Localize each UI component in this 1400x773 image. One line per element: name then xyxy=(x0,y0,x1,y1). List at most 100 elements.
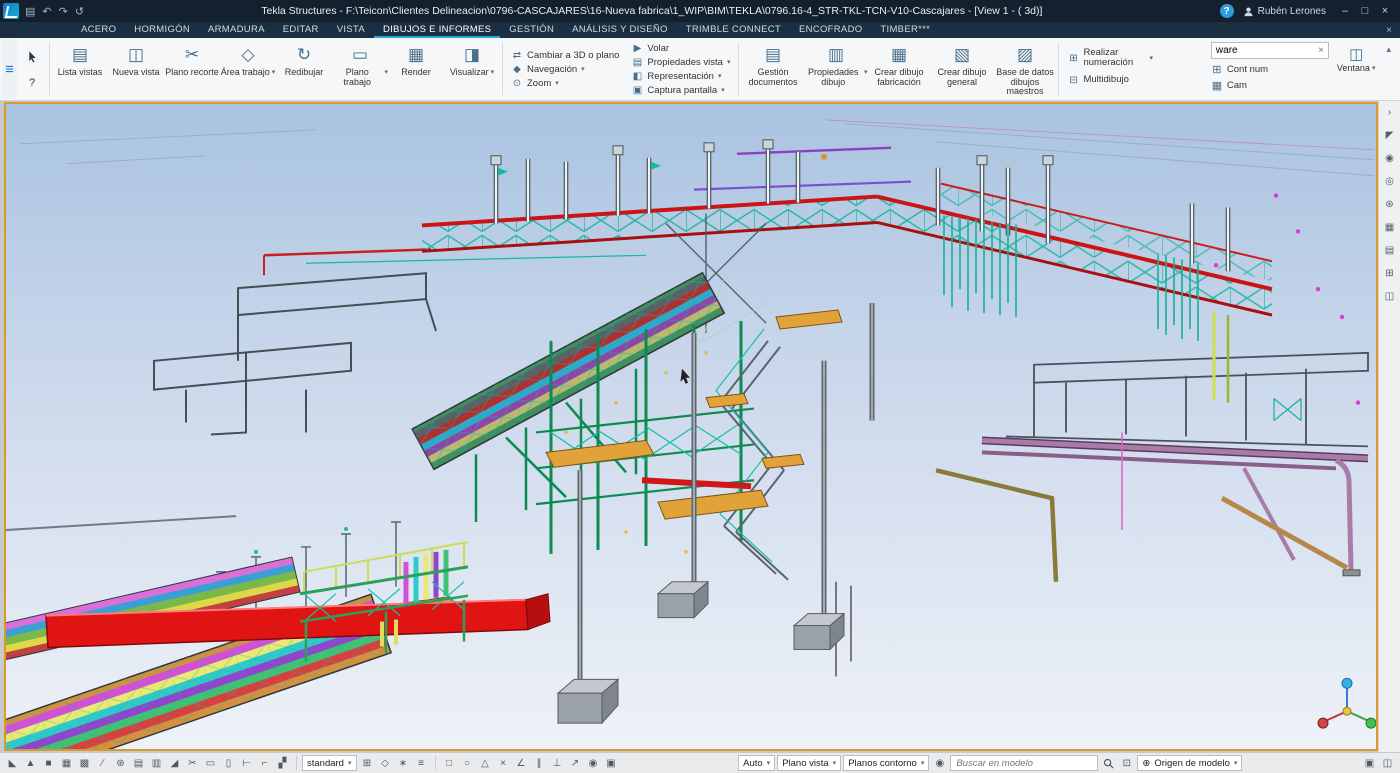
selection-switch-icon[interactable]: ◣ xyxy=(4,755,21,772)
ribbon-tab[interactable]: TIMBER*** xyxy=(871,22,939,38)
model-origin-select[interactable]: ⊕ Origen de modelo ▾ xyxy=(1137,755,1242,771)
ribbon-button[interactable]: ▨ Base de datos dibujos maestros xyxy=(993,39,1056,99)
collapse-panel-icon[interactable]: › xyxy=(1382,104,1398,120)
ribbon-tab[interactable]: GESTIÓN xyxy=(500,22,563,38)
ribbon-tab[interactable]: DIBUJOS E INFORMES xyxy=(374,22,500,38)
ribbon-button[interactable]: ▦ Crear dibujo fabricación xyxy=(867,39,930,99)
ribbon-menu-item[interactable]: ⊟ Multidibujo xyxy=(1061,69,1159,91)
minimize-icon[interactable]: – xyxy=(1335,5,1355,17)
ribbon-tab[interactable]: HORMIGÓN xyxy=(125,22,199,38)
ribbon-button[interactable]: ◫ Nueva vista xyxy=(108,39,164,99)
select-cursor-icon[interactable] xyxy=(26,50,39,64)
dropdown-caret-icon[interactable]: ▾ xyxy=(581,65,585,73)
collapse-ribbon-icon[interactable]: ▴ xyxy=(1383,42,1394,57)
ribbon-button[interactable]: ▭ Plano trabajo ▾ xyxy=(332,39,388,99)
selection-switch-icon[interactable]: ◢ xyxy=(166,755,183,772)
zoom-select-icon[interactable]: ⊡ xyxy=(1118,755,1135,772)
ribbon-tab[interactable]: EDITAR xyxy=(274,22,328,38)
ribbon-button[interactable]: ▥ Propiedades dibujo ▾ xyxy=(804,39,867,99)
snap-switch-icon[interactable]: ∗ xyxy=(395,755,412,772)
selection-switch-icon[interactable]: ⌐ xyxy=(256,755,273,772)
select-arrow-icon[interactable]: ◤ xyxy=(1382,127,1398,143)
main-menu-button[interactable]: ≡ xyxy=(2,39,17,99)
ribbon-menu-item[interactable]: ▤ Propiedades vista ▾ xyxy=(625,55,736,69)
dropdown-caret-icon[interactable]: ▾ xyxy=(1372,64,1376,72)
search-icon[interactable] xyxy=(1100,758,1116,769)
ribbon-close-icon[interactable]: × xyxy=(1378,22,1400,38)
ribbon-menu-item[interactable]: ▣ Captura pantalla ▾ xyxy=(625,83,736,97)
ribbon-button[interactable]: ◨ Visualizar ▾ xyxy=(444,39,500,99)
undo-icon[interactable]: ↶ xyxy=(42,5,51,18)
redo-icon[interactable]: ↷ xyxy=(59,5,68,18)
history-icon[interactable]: ↺ xyxy=(75,5,84,18)
ribbon-tab[interactable]: ACERO xyxy=(72,22,125,38)
3d-viewport[interactable] xyxy=(4,102,1378,751)
ribbon-menu-item[interactable]: ⇄ Cambiar a 3D o plano xyxy=(505,48,625,62)
snap-profile-select[interactable]: standard ▾ xyxy=(302,755,357,771)
snap-switch-icon[interactable]: ▣ xyxy=(603,755,620,772)
selection-switch-icon[interactable]: ▭ xyxy=(202,755,219,772)
selection-switch-icon[interactable]: ⊢ xyxy=(238,755,255,772)
ribbon-button[interactable]: ✂ Plano recorte xyxy=(164,39,220,99)
ribbon-menu-item[interactable]: ▶ Volar xyxy=(625,41,736,55)
ribbon-mini-button[interactable]: ⊞ Cont num xyxy=(1211,63,1329,76)
auto-select[interactable]: Auto ▾ xyxy=(738,755,775,771)
dropdown-caret-icon[interactable]: ▾ xyxy=(718,72,722,80)
selection-switch-icon[interactable]: ▲ xyxy=(22,755,39,772)
snap-switch-icon[interactable]: ○ xyxy=(459,755,476,772)
selection-switch-icon[interactable]: ✂ xyxy=(184,755,201,772)
dropdown-caret-icon[interactable]: ▾ xyxy=(272,68,276,76)
ribbon-tab[interactable]: VISTA xyxy=(328,22,374,38)
ribbon-tab[interactable]: TRIMBLE CONNECT xyxy=(677,22,790,38)
selection-switch-icon[interactable]: ▥ xyxy=(148,755,165,772)
ribbon-button[interactable]: ↻ Redibujar xyxy=(276,39,332,99)
ribbon-button[interactable]: ▧ Crear dibujo general xyxy=(930,39,993,99)
selection-switch-icon[interactable]: ▦ xyxy=(58,755,75,772)
window-layout-button[interactable]: ◫ Ventana ▾ xyxy=(1337,42,1376,74)
ribbon-menu-item[interactable]: ◆ Navegación ▾ xyxy=(505,62,625,76)
statusbar-tool-icon[interactable]: ◫ xyxy=(1379,755,1396,772)
save-icon[interactable]: ▤ xyxy=(25,5,35,18)
user-account[interactable]: Rubén Lerones xyxy=(1243,6,1326,17)
snap-switch-icon[interactable]: △ xyxy=(477,755,494,772)
layers-icon[interactable]: ▤ xyxy=(1382,242,1398,258)
snap-switch-icon[interactable]: ⊞ xyxy=(359,755,376,772)
snap-switch-icon[interactable]: ∥ xyxy=(531,755,548,772)
close-icon[interactable]: × xyxy=(1375,5,1395,17)
ribbon-button[interactable]: ▤ Lista vistas xyxy=(52,39,108,99)
dropdown-caret-icon[interactable]: ▾ xyxy=(555,79,559,87)
camera-icon[interactable]: ◉ xyxy=(1382,150,1398,166)
quick-help-button[interactable]: ? xyxy=(29,77,35,89)
selection-switch-icon[interactable]: ∕ xyxy=(94,755,111,772)
selection-switch-icon[interactable]: ▯ xyxy=(220,755,237,772)
ribbon-mini-button[interactable]: ▦ Cam xyxy=(1211,79,1329,92)
ribbon-button[interactable]: ▦ Render xyxy=(388,39,444,99)
clear-search-icon[interactable]: × xyxy=(1314,45,1328,56)
selection-switch-icon[interactable]: ▤ xyxy=(130,755,147,772)
ribbon-tab[interactable]: ENCOFRADO xyxy=(790,22,871,38)
ribbon-tab[interactable]: ARMADURA xyxy=(199,22,274,38)
visibility-icon[interactable]: ◉ xyxy=(931,755,948,772)
selection-switch-icon[interactable]: ▞ xyxy=(274,755,291,772)
ribbon-menu-item[interactable]: ◧ Representación ▾ xyxy=(625,69,736,83)
dropdown-caret-icon[interactable]: ▾ xyxy=(491,68,495,76)
command-search-input[interactable] xyxy=(1212,45,1314,56)
snap-switch-icon[interactable]: ◉ xyxy=(585,755,602,772)
model-search-input[interactable] xyxy=(950,755,1098,771)
statusbar-tool-icon[interactable]: ▣ xyxy=(1361,755,1378,772)
snap-switch-icon[interactable]: ↗ xyxy=(567,755,584,772)
view-plane-select[interactable]: Plano vista ▾ xyxy=(777,755,841,771)
ribbon-button[interactable]: ◇ Área trabajo ▾ xyxy=(220,39,276,99)
selection-switch-icon[interactable]: ▩ xyxy=(76,755,93,772)
ribbon-button[interactable]: ▤ Gestión documentos xyxy=(741,39,804,99)
settings-icon[interactable]: ⊛ xyxy=(1382,196,1398,212)
snap-switch-icon[interactable]: ◇ xyxy=(377,755,394,772)
dropdown-caret-icon[interactable]: ▾ xyxy=(727,58,731,66)
snap-switch-icon[interactable]: ≡ xyxy=(413,755,430,772)
eye-icon[interactable]: ◎ xyxy=(1382,173,1398,189)
outline-planes-select[interactable]: Planos contorno ▾ xyxy=(843,755,929,771)
selection-switch-icon[interactable]: ⊛ xyxy=(112,755,129,772)
ribbon-tab[interactable]: ANÁLISIS Y DISEÑO xyxy=(563,22,677,38)
help-icon[interactable]: ? xyxy=(1220,4,1234,18)
dropdown-caret-icon[interactable]: ▾ xyxy=(1149,54,1153,62)
